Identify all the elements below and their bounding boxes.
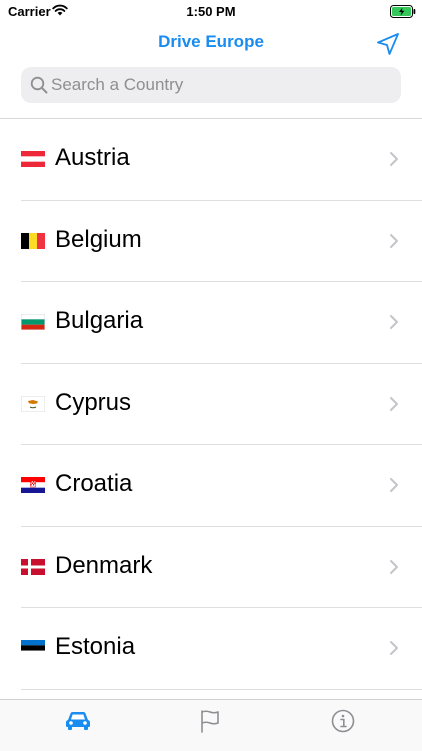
clock: 1:50 PM	[186, 4, 236, 19]
country-list[interactable]: Austria Belgium Bulgaria Cyprus Croatia …	[0, 119, 422, 699]
country-name: Bulgaria	[55, 307, 144, 334]
chevron-right-icon	[390, 559, 398, 574]
chevron-right-icon	[390, 396, 398, 411]
country-name: Estonia	[55, 633, 136, 660]
tab-flags[interactable]	[141, 700, 281, 751]
croatia-flag-icon	[21, 477, 45, 493]
tab-drive[interactable]	[8, 700, 148, 751]
denmark-flag-icon	[21, 558, 45, 575]
chevron-right-icon	[390, 233, 398, 248]
status-bar: Carrier 1:50 PM	[0, 0, 422, 24]
chevron-right-icon	[390, 315, 398, 329]
country-name: Belgium	[55, 225, 142, 253]
country-row-croatia[interactable]: Croatia	[0, 445, 422, 527]
austria-flag-icon	[21, 151, 45, 167]
country-name: Croatia	[55, 470, 133, 497]
chevron-right-icon	[390, 152, 398, 166]
tab-bar	[0, 699, 422, 751]
location-button[interactable]	[374, 30, 402, 58]
country-row-austria[interactable]: Austria	[0, 119, 422, 201]
country-name: Austria	[55, 144, 130, 171]
bulgaria-flag-icon	[21, 314, 45, 330]
country-name: Cyprus	[55, 388, 132, 416]
car-icon	[66, 712, 90, 730]
country-row-estonia[interactable]: Estonia	[0, 608, 422, 690]
search-input[interactable]	[51, 67, 391, 103]
info-icon	[331, 709, 355, 733]
battery-charging-icon	[390, 5, 416, 18]
country-row-cyprus[interactable]: Cyprus	[0, 364, 422, 445]
search-icon	[30, 76, 48, 94]
country-row-belgium[interactable]: Belgium	[0, 201, 422, 282]
estonia-flag-icon	[21, 640, 45, 656]
row-divider	[21, 688, 422, 690]
chevron-right-icon	[390, 641, 398, 655]
search-bar[interactable]	[21, 67, 401, 103]
cyprus-flag-icon	[21, 395, 45, 412]
chevron-right-icon	[390, 478, 398, 492]
country-name: Denmark	[55, 551, 153, 579]
location-arrow-icon	[377, 33, 399, 55]
country-row-bulgaria[interactable]: Bulgaria	[0, 282, 422, 364]
flag-icon	[201, 710, 219, 733]
tab-info[interactable]	[274, 700, 414, 751]
belgium-flag-icon	[21, 232, 45, 249]
nav-title: Drive Europe	[158, 32, 264, 51]
country-row-denmark[interactable]: Denmark	[0, 527, 422, 608]
